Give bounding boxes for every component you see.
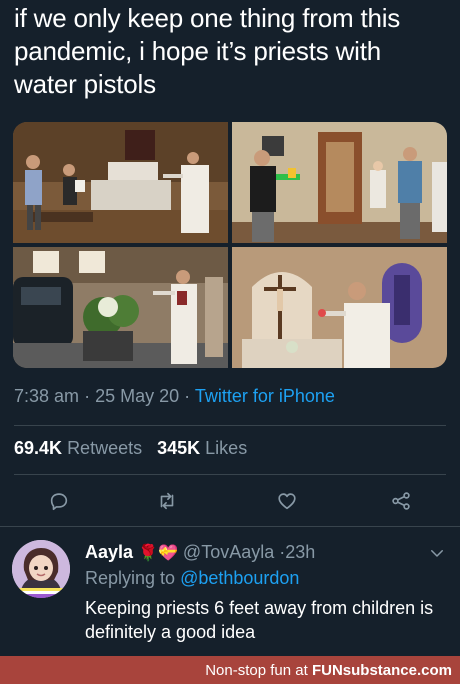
share-button[interactable]: [384, 484, 418, 518]
photo-priest-outdoors[interactable]: [13, 247, 228, 368]
share-icon: [392, 492, 410, 510]
tweet-timestamp: 7:38 am · 25 May 20 · Twitter for iPhone: [14, 386, 335, 407]
footer-brand: FUNsubstance.com: [311, 661, 452, 679]
tweet-date: 25 May 20: [95, 386, 180, 406]
divider: [14, 425, 446, 426]
likes-label: Likes: [205, 438, 248, 458]
reply-handle[interactable]: @TovAayla: [183, 542, 274, 562]
likes-stat[interactable]: 345K Likes: [157, 438, 247, 458]
meta-separator: ·: [184, 386, 195, 406]
replying-to-mention[interactable]: @bethbourdon: [180, 568, 299, 588]
avatar[interactable]: [12, 540, 70, 598]
tweet-stats: 69.4K Retweets 345K Likes: [14, 438, 247, 459]
footer-prefix: Non-stop fun at: [205, 661, 308, 679]
likes-count: 345K: [157, 438, 201, 458]
tweet-client-link[interactable]: Twitter for iPhone: [195, 386, 335, 406]
action-bar: [0, 484, 460, 518]
chevron-down-icon[interactable]: [428, 544, 446, 562]
replying-to: Replying to @bethbourdon: [85, 568, 299, 589]
tweet-text: if we only keep one thing from this pand…: [14, 3, 401, 99]
photo-priest-water-gun-hallway[interactable]: [232, 122, 447, 243]
reply-display-name[interactable]: Aayla: [85, 542, 133, 562]
retweets-label: Retweets: [67, 438, 143, 458]
footer-watermark: Non-stop fun at FUNsubstance.com: [0, 656, 460, 684]
like-button[interactable]: [270, 484, 304, 518]
reply-tweet[interactable]: Aayla 🌹💝 @TovAayla ·23h Replying to @bet…: [0, 530, 460, 654]
reply-time: 23h: [285, 542, 316, 562]
photo-priest-altar[interactable]: [232, 247, 447, 368]
reply-button[interactable]: [42, 484, 76, 518]
footer-text: Non-stop fun at FUNsubstance.com: [205, 662, 460, 679]
like-icon: [278, 493, 296, 510]
reply-text: Keeping priests 6 feet away from childre…: [85, 598, 434, 642]
retweet-icon: [160, 492, 174, 510]
reply-header: Aayla 🌹💝 @TovAayla ·23h: [85, 542, 315, 563]
reply-icon: [50, 493, 68, 511]
photo-priest-baptism[interactable]: [13, 122, 228, 243]
media-grid[interactable]: [13, 122, 447, 368]
retweets-stat[interactable]: 69.4K Retweets: [14, 438, 142, 458]
tweet-time: 7:38 am: [14, 386, 80, 406]
divider: [0, 526, 460, 527]
reply-name-emojis: 🌹💝: [138, 545, 178, 562]
meta-separator: ·: [84, 386, 96, 406]
divider: [14, 474, 446, 475]
retweets-count: 69.4K: [14, 438, 63, 458]
replying-to-label: Replying to: [85, 568, 176, 588]
retweet-button[interactable]: [150, 484, 184, 518]
